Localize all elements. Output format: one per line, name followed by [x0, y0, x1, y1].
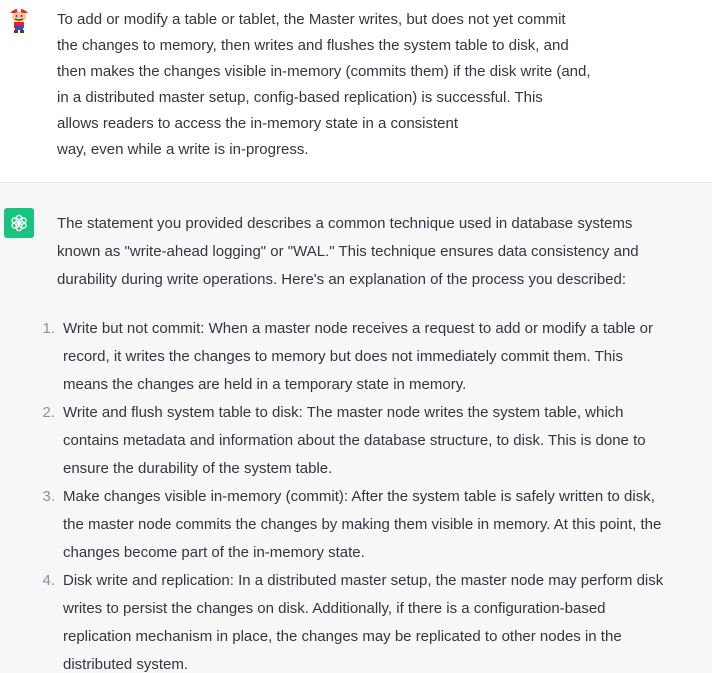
user-message-line: allows readers to access the in-memory s…: [57, 115, 459, 132]
assistant-intro-line: The statement you provided describes a c…: [57, 215, 633, 232]
list-item-line: means the changes are held in a temporar…: [63, 376, 467, 393]
list-item-line: contains metadata and information about …: [63, 432, 646, 449]
list-item: 1. Write but not commit: When a master n…: [42, 315, 707, 399]
user-avatar-icon: [4, 4, 34, 34]
list-item-number: 4.: [42, 572, 55, 589]
assistant-message-text: The statement you provided describes a c…: [42, 210, 707, 673]
user-message-line: way, even while a write is in-progress.: [57, 141, 309, 158]
list-item-line: Make changes visible in-memory (commit):…: [63, 488, 655, 505]
conversation: To add or modify a table or tablet, the …: [0, 0, 712, 673]
assistant-message: The statement you provided describes a c…: [0, 183, 712, 673]
list-item-line: record, it writes the changes to memory …: [63, 348, 623, 365]
list-item-line: Write and flush system table to disk: Th…: [63, 404, 624, 421]
list-item-line: changes become part of the in-memory sta…: [63, 544, 365, 561]
list-item-line: ensure the durability of the system tabl…: [63, 460, 333, 477]
assistant-intro: The statement you provided describes a c…: [57, 210, 707, 294]
list-item-number: 1.: [42, 320, 55, 337]
list-item-line: Disk write and replication: In a distrib…: [63, 572, 664, 589]
list-item: 4. Disk write and replication: In a dist…: [42, 567, 707, 673]
list-item-line: Write but not commit: When a master node…: [63, 320, 654, 337]
user-message-line: then makes the changes visible in-memory…: [57, 63, 591, 80]
list-item-line: distributed system.: [63, 656, 189, 673]
user-message-line: the changes to memory, then writes and f…: [57, 37, 569, 54]
list-item-number: 2.: [42, 404, 55, 421]
list-item: 2. Write and flush system table to disk:…: [42, 399, 707, 483]
list-item-number: 3.: [42, 488, 55, 505]
user-message-line: To add or modify a table or tablet, the …: [57, 11, 566, 28]
list-item-line: the master node commits the changes by m…: [63, 516, 662, 533]
user-message-line: in a distributed master setup, config-ba…: [57, 89, 543, 106]
list-item-line: writes to persist the changes on disk. A…: [63, 600, 606, 617]
list-item-line: replication mechanism in place, the chan…: [63, 628, 622, 645]
user-message: To add or modify a table or tablet, the …: [0, 0, 712, 183]
list-item: 3. Make changes visible in-memory (commi…: [42, 483, 707, 567]
openai-logo-icon: [4, 208, 34, 238]
assistant-step-list: 1. Write but not commit: When a master n…: [42, 315, 707, 673]
assistant-intro-line: known as "write-ahead logging" or "WAL."…: [57, 243, 639, 260]
user-message-text: To add or modify a table or tablet, the …: [57, 7, 677, 163]
assistant-intro-line: durability during write operations. Here…: [57, 271, 627, 288]
